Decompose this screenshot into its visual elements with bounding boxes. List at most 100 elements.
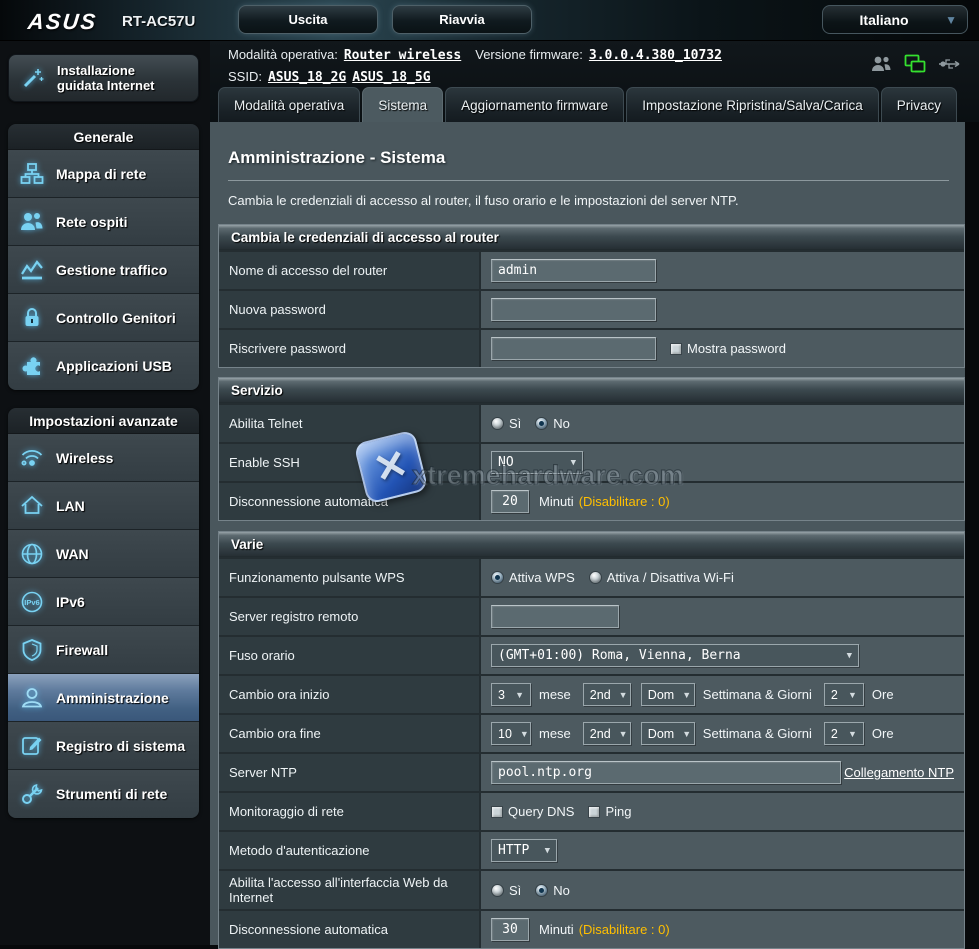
sidebar-item-ipv6[interactable]: IPv6 IPv6 xyxy=(8,578,199,626)
dst-end-day-select[interactable]: Dom▼ xyxy=(641,722,695,745)
ping-checkbox[interactable] xyxy=(588,806,600,818)
language-dropdown[interactable]: Italiano ▼ xyxy=(822,5,968,34)
tab-system[interactable]: Sistema xyxy=(362,87,443,122)
unit-label: mese xyxy=(539,726,571,741)
radio-label: Attiva WPS xyxy=(509,570,575,585)
web-access-yes-radio[interactable] xyxy=(491,884,504,897)
section-header: Servizio xyxy=(219,378,964,403)
unit-label: Minuti xyxy=(539,922,574,937)
select-value: (GMT+01:00) Roma, Vienna, Berna xyxy=(498,648,741,663)
field-label: Server registro remoto xyxy=(229,609,358,624)
router-admin-page: { "banner": { "brand": "ASUS", "model": … xyxy=(0,0,979,945)
sidebar-item-wan[interactable]: WAN xyxy=(8,530,199,578)
ssid-label: SSID: xyxy=(228,69,262,84)
login-name-input[interactable] xyxy=(491,259,656,282)
sidebar-item-label: Gestione traffico xyxy=(56,262,186,278)
firmware-link[interactable]: 3.0.0.4.380_10732 xyxy=(589,48,722,63)
sidebar-item-system-log[interactable]: Registro di sistema xyxy=(8,722,199,770)
auth-method-select[interactable]: HTTP ▼ xyxy=(491,839,557,862)
page-title: Amministrazione - Sistema xyxy=(228,148,445,168)
wifi-toggle-radio[interactable] xyxy=(589,571,602,584)
chevron-down-icon: ▼ xyxy=(545,846,550,856)
table-row: Riscrivere password Mostra password xyxy=(219,328,964,367)
sidebar-item-wireless[interactable]: Wireless xyxy=(8,434,199,482)
retype-password-input[interactable] xyxy=(491,337,656,360)
chevron-down-icon: ▼ xyxy=(515,690,524,700)
sidebar-item-network-tools[interactable]: Strumenti di rete xyxy=(8,770,199,818)
dst-start-hour-select[interactable]: 2▼ xyxy=(824,683,864,706)
table-row: Metodo d'autenticazione HTTP ▼ xyxy=(219,830,964,869)
show-password-checkbox[interactable] xyxy=(670,343,682,355)
remote-log-server-input[interactable] xyxy=(491,605,619,628)
tab-privacy[interactable]: Privacy xyxy=(881,87,957,122)
sidebar-item-network-map[interactable]: Mappa di rete xyxy=(8,150,199,198)
new-password-input[interactable] xyxy=(491,298,656,321)
table-row: Nuova password xyxy=(219,289,964,328)
unit-label: Settimana & Giorni xyxy=(703,687,812,702)
table-row: Fuso orario (GMT+01:00) Roma, Vienna, Be… xyxy=(219,635,964,674)
telnet-no-radio[interactable] xyxy=(535,417,548,430)
chevron-down-icon: ▼ xyxy=(848,729,857,739)
sidebar-item-label: Installazione guidata Internet xyxy=(57,63,177,93)
traffic-chart-icon xyxy=(8,257,56,283)
sidebar-item-guest-network[interactable]: Rete ospiti xyxy=(8,198,199,246)
table-row: Cambio ora fine 10▼ mese 2nd▼ Dom▼ Setti… xyxy=(219,713,964,752)
sidebar-item-firewall[interactable]: Firewall xyxy=(8,626,199,674)
disable-hint: (Disabilitare : 0) xyxy=(579,494,670,509)
field-label: Cambio ora fine xyxy=(229,726,321,741)
timezone-select[interactable]: (GMT+01:00) Roma, Vienna, Berna ▼ xyxy=(491,644,859,667)
dns-query-checkbox[interactable] xyxy=(491,806,503,818)
op-mode-label: Modalità operativa: xyxy=(228,47,338,62)
sidebar-item-lan[interactable]: LAN xyxy=(8,482,199,530)
network-map-icon xyxy=(8,161,56,187)
table-row: Enable SSH NO ▼ xyxy=(219,442,964,481)
ntp-link[interactable]: Collegamento NTP xyxy=(844,765,954,780)
chevron-down-icon: ▼ xyxy=(848,690,857,700)
ssid-2g-link[interactable]: ASUS_18_2G xyxy=(268,70,346,85)
dst-end-week-select[interactable]: 2nd▼ xyxy=(583,722,631,745)
logout-button[interactable]: Uscita xyxy=(238,5,378,34)
field-label: Abilita l'accesso all'interfaccia Web da… xyxy=(229,875,469,905)
dst-start-day-select[interactable]: Dom▼ xyxy=(641,683,695,706)
unit-label: Ore xyxy=(872,726,894,741)
sidebar-item-label: Firewall xyxy=(56,642,186,658)
web-autologout-minutes-input[interactable] xyxy=(491,918,529,941)
telnet-yes-radio[interactable] xyxy=(491,417,504,430)
op-mode-link[interactable]: Router wireless xyxy=(344,48,461,63)
tab-firmware-upgrade[interactable]: Aggiornamento firmware xyxy=(445,87,624,122)
sidebar-item-administration[interactable]: Amministrazione xyxy=(8,674,199,722)
sidebar-group-title: Impostazioni avanzate xyxy=(8,408,199,434)
web-access-no-radio[interactable] xyxy=(535,884,548,897)
person-icon xyxy=(8,685,56,711)
autologout-minutes-input[interactable] xyxy=(491,490,529,513)
sidebar-item-quick-setup[interactable]: Installazione guidata Internet xyxy=(8,54,199,102)
sidebar-item-parental-controls[interactable]: Controllo Genitori xyxy=(8,294,199,342)
ntp-server-input[interactable] xyxy=(491,761,841,784)
router-model: RT-AC57U xyxy=(122,13,195,30)
unit-label: mese xyxy=(539,687,571,702)
connected-devices-icon[interactable] xyxy=(903,53,927,75)
sidebar-item-label: Registro di sistema xyxy=(56,738,186,754)
dst-start-week-select[interactable]: 2nd▼ xyxy=(583,683,631,706)
field-label: Monitoraggio di rete xyxy=(229,804,344,819)
reboot-button[interactable]: Riavvia xyxy=(392,5,532,34)
puzzle-piece-icon xyxy=(8,353,56,379)
sidebar-item-usb-applications[interactable]: Applicazioni USB xyxy=(8,342,199,390)
wps-toggle-radio[interactable] xyxy=(491,571,504,584)
sidebar-item-label: Applicazioni USB xyxy=(56,358,186,374)
field-label: Nome di accesso del router xyxy=(229,263,387,278)
ssid-5g-link[interactable]: ASUS_18_5G xyxy=(352,70,430,85)
usb-icon[interactable] xyxy=(937,54,963,74)
table-row: Server NTP Collegamento NTP xyxy=(219,752,964,791)
field-label: Abilita Telnet xyxy=(229,416,302,431)
dst-start-month-select[interactable]: 3▼ xyxy=(491,683,531,706)
ssh-select[interactable]: NO ▼ xyxy=(491,451,583,474)
dst-end-hour-select[interactable]: 2▼ xyxy=(824,722,864,745)
tab-operation-mode[interactable]: Modalità operativa xyxy=(218,87,360,122)
dst-end-month-select[interactable]: 10▼ xyxy=(491,722,531,745)
tab-restore-save-upload[interactable]: Impostazione Ripristina/Salva/Carica xyxy=(626,87,879,122)
chevron-down-icon: ▼ xyxy=(682,690,691,700)
table-row: Funzionamento pulsante WPS Attiva WPS At… xyxy=(219,557,964,596)
clients-icon[interactable] xyxy=(869,53,893,75)
sidebar-item-traffic-manager[interactable]: Gestione traffico xyxy=(8,246,199,294)
